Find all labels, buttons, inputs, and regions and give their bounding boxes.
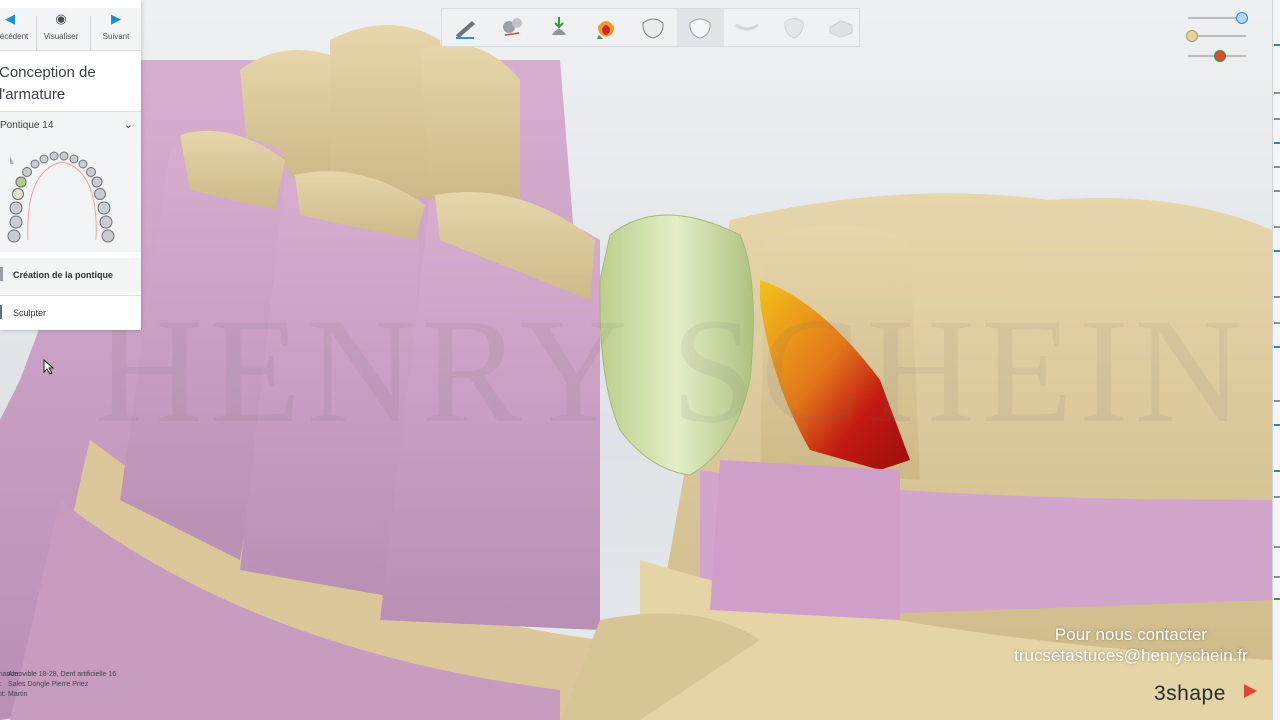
- step-marker: [0, 305, 2, 319]
- next-button[interactable]: ▶ Suivant: [92, 8, 140, 50]
- contact-heading: Pour nous contacter: [1054, 625, 1208, 644]
- cut-tool-icon: [503, 18, 522, 36]
- info-key: Commande:: [0, 671, 21, 678]
- step-create-pontic[interactable]: Création de la pontique: [0, 258, 141, 292]
- info-row: Patient:Martin: [0, 690, 116, 700]
- previous-label: Précédent: [0, 32, 29, 41]
- mouse-cursor-icon: [43, 359, 55, 375]
- block-button[interactable]: [818, 9, 865, 46]
- pontic-select-value: Pontique 14: [0, 120, 54, 131]
- connector-icon: [735, 23, 759, 31]
- watermark: HENRY SCHEIN: [95, 288, 1250, 454]
- crown-active-button[interactable]: [677, 9, 724, 46]
- cut-tool-button[interactable]: [489, 9, 536, 46]
- visualize-label: Visualiser: [43, 32, 79, 41]
- contact-overlay: Pour nous contacter trucsetastuces@henry…: [990, 624, 1272, 666]
- brand-triangle-icon: [1244, 684, 1257, 698]
- divider: [36, 16, 37, 50]
- arrow-right-icon: ▶: [111, 11, 121, 26]
- pontic-select[interactable]: Pontique 14 ⌄: [0, 111, 141, 140]
- info-key: Patient:: [0, 691, 6, 698]
- tooth-outline-icon: [784, 18, 804, 39]
- slider-knob[interactable]: [1236, 12, 1248, 24]
- place-tool-button[interactable]: [536, 9, 583, 46]
- arrow-left-icon: ◀: [5, 11, 15, 26]
- info-key: Client:: [0, 680, 8, 690]
- order-info: Commande:Amovible 18-28, Dent artificiel…: [0, 670, 116, 700]
- slider-knob[interactable]: [1186, 30, 1198, 42]
- workflow-panel: ◀ Précédent ◉ Visualiser ▶ Suivant Conce…: [0, 0, 141, 330]
- step-marker: [0, 267, 3, 281]
- tools-toolbar: [441, 8, 860, 47]
- info-row: Commande:Amovible 18-28, Dent artificiel…: [0, 670, 116, 680]
- eye-icon: ◉: [55, 11, 67, 26]
- connector-button[interactable]: [724, 9, 771, 46]
- crown-button[interactable]: [630, 9, 677, 46]
- crown-active-icon: [689, 18, 711, 39]
- crown-icon: [642, 18, 664, 39]
- brand-logo: 3shape: [1154, 682, 1226, 705]
- tooth-chart[interactable]: [0, 140, 141, 252]
- info-value: Martin: [8, 691, 28, 698]
- page-title: Conception de l'armature: [0, 64, 96, 103]
- info-value: Sales Dongle Pierre Priez: [8, 681, 89, 688]
- slider-knob[interactable]: [1214, 50, 1226, 62]
- block-icon: [829, 20, 853, 38]
- wizard-navigation: ◀ Précédent ◉ Visualiser ▶ Suivant: [0, 8, 141, 51]
- info-value: Amovible 18-28, Dent artificielle 16: [8, 671, 117, 678]
- prep-tool-button[interactable]: [442, 9, 489, 46]
- step-label: Sculpter: [13, 308, 47, 318]
- chevron-down-icon: ⌄: [123, 119, 133, 131]
- right-toolbar-strip[interactable]: [1272, 0, 1280, 720]
- prep-tool-icon: [456, 21, 475, 39]
- contact-email: trucsetastuces@henryschein.fr: [1014, 646, 1248, 665]
- divider: [90, 16, 91, 50]
- step-sculpt[interactable]: Sculpter: [0, 295, 141, 330]
- color-map-icon: [597, 21, 614, 39]
- previous-button[interactable]: ◀ Précédent: [0, 8, 34, 50]
- place-tool-icon: [552, 17, 566, 35]
- next-label: Suivant: [102, 32, 130, 41]
- tooth-outline-button[interactable]: [771, 9, 818, 46]
- visualize-button[interactable]: ◉ Visualiser: [38, 8, 84, 50]
- info-row: Client:Sales Dongle Pierre Priez: [0, 680, 116, 690]
- step-label: Création de la pontique: [13, 270, 114, 280]
- dental-arch-icon: [7, 151, 115, 243]
- color-map-button[interactable]: [583, 9, 630, 46]
